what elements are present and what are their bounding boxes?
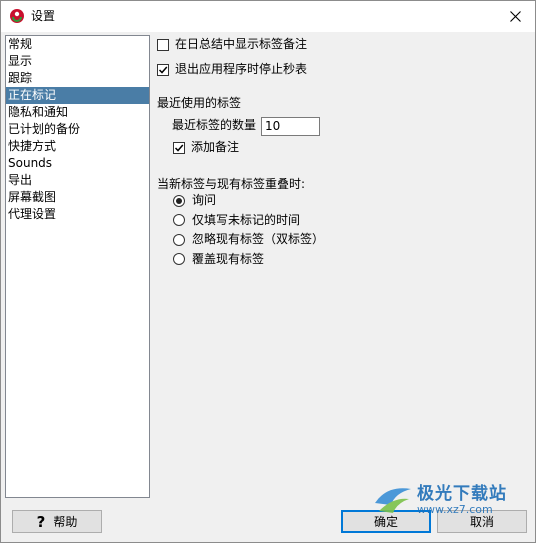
sidebar-item[interactable]: 正在标记 bbox=[6, 87, 149, 104]
sidebar-item[interactable]: 快捷方式 bbox=[6, 138, 149, 155]
overlap-choice[interactable]: 询问 bbox=[173, 193, 216, 208]
overlap-choice-label: 询问 bbox=[192, 193, 217, 207]
close-button[interactable] bbox=[495, 1, 535, 32]
sidebar-item[interactable]: Sounds bbox=[6, 155, 149, 172]
stop-stopwatch-label: 退出应用程序时停止秒表 bbox=[175, 62, 308, 76]
settings-window: 设置 常规 显示 跟踪 正在标记 隐私和通知 已计划的备份 快捷方式 Sounds 导出 屏幕截图… bbox=[0, 0, 536, 543]
question-mark-icon: ? bbox=[36, 512, 46, 531]
overlap-choice-label: 忽略现有标签（双标签） bbox=[192, 232, 325, 246]
overlap-radio-button[interactable] bbox=[173, 194, 185, 207]
dialog-body: 常规 显示 跟踪 正在标记 隐私和通知 已计划的备份 快捷方式 Sounds 导出 屏幕截图 代理设… bbox=[1, 32, 535, 542]
checkmark-icon bbox=[174, 144, 184, 152]
overlap-choice[interactable]: 忽略现有标签（双标签） bbox=[173, 232, 324, 247]
overlap-choice[interactable]: 仅填写未标记的时间 bbox=[173, 213, 300, 228]
help-button-label: 帮助 bbox=[53, 515, 78, 529]
recent-tags-count-label: 最近标签的数量 bbox=[172, 118, 256, 133]
recent-tags-count-text: 最近标签的数量 bbox=[172, 118, 257, 132]
sidebar-item[interactable]: 代理设置 bbox=[6, 206, 149, 223]
sidebar-item[interactable]: 已计划的备份 bbox=[6, 121, 149, 138]
overlap-choice-label: 覆盖现有标签 bbox=[192, 251, 265, 266]
add-notes-checkbox[interactable] bbox=[173, 141, 185, 154]
sidebar-item[interactable]: 屏幕截图 bbox=[6, 189, 149, 206]
recent-tags-heading: 最近使用的标签 bbox=[157, 96, 241, 111]
overlap-radio-button[interactable] bbox=[173, 253, 185, 265]
recent-tags-count-input[interactable]: 10 bbox=[261, 117, 320, 136]
watermark-url: www.xz7.com bbox=[417, 502, 493, 516]
overlap-heading: 当新标签与现有标签重叠时: bbox=[157, 177, 305, 192]
stop-stopwatch-option[interactable]: 退出应用程序时停止秒表 bbox=[157, 62, 307, 77]
add-notes-option[interactable]: 添加备注 bbox=[173, 140, 239, 155]
sidebar-item[interactable]: 导出 bbox=[6, 172, 149, 189]
checkmark-icon bbox=[158, 66, 168, 74]
add-notes-label: 添加备注 bbox=[191, 140, 240, 154]
sidebar-item[interactable]: 常规 bbox=[6, 36, 149, 53]
site-watermark: 极光下载站 www.xz7.com bbox=[373, 483, 507, 517]
watermark-title: 极光下载站 bbox=[417, 483, 507, 504]
recent-tags-heading-text: 最近使用的标签 bbox=[157, 96, 242, 110]
show-tag-notes-label: 在日总结中显示标签备注 bbox=[175, 37, 308, 51]
show-tag-notes-checkbox[interactable] bbox=[157, 38, 169, 51]
watermark-logo-icon bbox=[375, 488, 411, 513]
app-logo-icon bbox=[9, 8, 25, 24]
show-tag-notes-option[interactable]: 在日总结中显示标签备注 bbox=[157, 37, 307, 52]
stop-stopwatch-checkbox[interactable] bbox=[157, 63, 169, 76]
overlap-radio-button[interactable] bbox=[173, 233, 185, 246]
close-icon bbox=[509, 11, 521, 22]
sidebar-item[interactable]: 隐私和通知 bbox=[6, 104, 149, 121]
tagging-settings-panel: 在日总结中显示标签备注 退出应用程序时停止秒表 最近使用的标签 最近标签的数量 … bbox=[157, 32, 527, 502]
sidebar-item[interactable]: 跟踪 bbox=[6, 70, 149, 87]
overlap-choice-label: 仅填写未标记的时间 bbox=[192, 212, 301, 227]
overlap-choice[interactable]: 覆盖现有标签 bbox=[173, 252, 264, 267]
title-bar: 设置 bbox=[1, 1, 535, 32]
overlap-radio-button[interactable] bbox=[173, 214, 185, 226]
overlap-heading-text: 当新标签与现有标签重叠时: bbox=[157, 177, 306, 191]
sidebar-item[interactable]: 显示 bbox=[6, 53, 149, 70]
window-title: 设置 bbox=[31, 9, 56, 23]
settings-category-list[interactable]: 常规 显示 跟踪 正在标记 隐私和通知 已计划的备份 快捷方式 Sounds 导出 屏幕截图 代理设… bbox=[5, 35, 150, 498]
radio-selected-dot bbox=[176, 197, 182, 204]
help-button[interactable]: ? 帮助 bbox=[12, 510, 102, 533]
